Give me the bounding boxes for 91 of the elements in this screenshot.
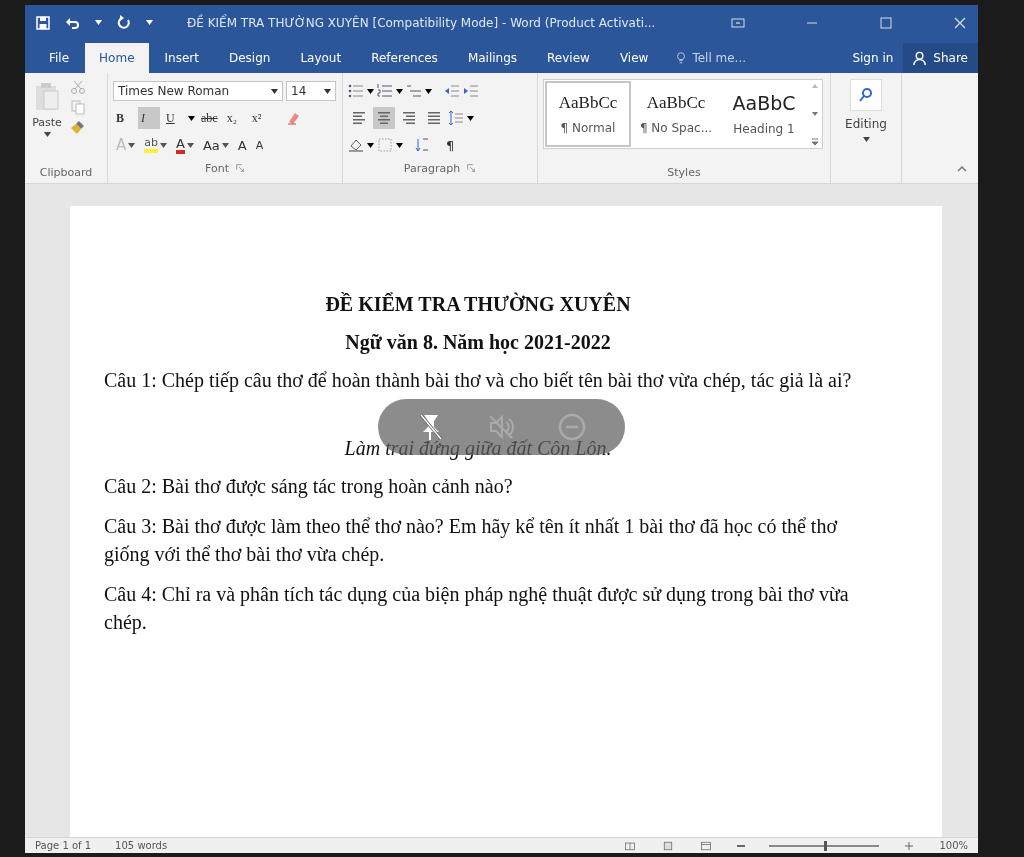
shading-icon[interactable] [348, 137, 364, 153]
font-name-field[interactable]: Times New Roman [113, 81, 283, 101]
format-button[interactable]: I [138, 107, 160, 129]
dialog-launcher-icon[interactable] [466, 163, 477, 173]
question-text: Câu 1: Chép tiếp câu thơ để hoàn thành bài thơ và cho biết tên bài thơ vừa chép, tác giả là ai? [104, 368, 852, 394]
ribbon-tab[interactable]: References [357, 43, 452, 73]
save-icon[interactable] [35, 14, 51, 31]
decrease-indent-icon[interactable] [444, 83, 460, 99]
scroll-down-icon[interactable] [811, 110, 819, 118]
share-button[interactable]: Share [903, 43, 978, 73]
caret-icon [43, 132, 51, 137]
ribbon-tab[interactable]: Design [214, 43, 285, 73]
format-button[interactable]: B [113, 107, 135, 129]
multilevel-list-icon[interactable] [406, 83, 422, 99]
undo-dropdown-icon [95, 20, 102, 25]
customize-caret-icon [146, 20, 153, 25]
font-size-field[interactable]: 14 [286, 81, 336, 101]
caret-icon [271, 88, 278, 94]
dialog-launcher-icon[interactable] [234, 163, 245, 173]
maximize-icon[interactable] [878, 14, 894, 31]
ribbon-tab[interactable]: Layout [286, 43, 356, 73]
word-count[interactable]: 105 words [115, 840, 168, 851]
highlight-button[interactable]: ab [141, 134, 170, 156]
zoom-level[interactable]: 100% [939, 840, 968, 851]
group-label: Font [205, 161, 229, 175]
document-heading: ĐỀ KIỂM TRA THƯỜNG XUYÊN [324, 291, 632, 317]
scroll-up-icon[interactable] [811, 82, 819, 90]
sign-in-link[interactable]: Sign in [844, 43, 902, 73]
caret-icon [425, 88, 432, 94]
document-heading: Ngữ văn 8. Năm học 2021-2022 [344, 330, 612, 356]
bullets-icon[interactable] [348, 83, 364, 99]
tell-me-field[interactable]: Tell me... [674, 43, 843, 73]
caret-icon [188, 115, 195, 121]
question-text: Câu 3: Bài thơ được làm theo thể thơ nào? Em hãy kể tên ít nhất 1 bài thơ đã học có thể thơ giống với thể thơ bài thơ vừa chép. [104, 514, 839, 568]
change-case-button[interactable]: Aa [199, 134, 232, 156]
ribbon-tab[interactable]: File [35, 43, 84, 73]
caret-icon [367, 142, 374, 148]
caret-icon [367, 88, 374, 94]
editing-button[interactable]: Editing [836, 79, 896, 142]
window-title: ĐỀ KIỂM TRA THƯỜNG XUYÊN [Compatibility Mode] - Word (Product Activati... [187, 15, 657, 30]
sort-icon[interactable] [415, 137, 431, 153]
more-styles-icon[interactable] [811, 138, 819, 146]
caret-icon [324, 88, 331, 94]
ribbon-tab[interactable]: Review [533, 43, 604, 73]
caret-icon [186, 142, 194, 148]
caret-icon [128, 142, 136, 148]
group-label: Paragraph [403, 161, 461, 175]
web-layout-icon[interactable] [699, 839, 714, 852]
group-label: Clipboard [39, 165, 93, 179]
align-left-icon [351, 110, 367, 126]
question-text: Câu 4: Chỉ ra và phân tích tác dụng của biện pháp nghệ thuật được sử dụng trong bài thơ vừa chép. [104, 582, 850, 636]
question-text: Câu 2: Bài thơ được sáng tác trong hoàn cảnh nào? [104, 474, 514, 500]
verse-line: Làm trai đứng giữa đất Côn Lôn. [344, 436, 612, 462]
caret-icon [467, 115, 474, 121]
align-right-icon [401, 110, 417, 126]
redo-icon[interactable] [116, 14, 132, 31]
increase-indent-icon[interactable] [463, 83, 479, 99]
group-label: Styles [667, 165, 701, 179]
brush-icon[interactable] [70, 119, 86, 135]
caret-icon [160, 142, 167, 148]
ribbon-tab[interactable]: Home [85, 43, 149, 73]
align-button[interactable] [373, 107, 395, 129]
format-button[interactable]: abc [198, 107, 221, 129]
paste-button[interactable]: Paste [30, 79, 64, 161]
read-mode-icon[interactable] [623, 839, 638, 852]
line-spacing-icon[interactable] [448, 110, 464, 126]
search-icon [858, 87, 874, 103]
format-button[interactable]: U [163, 107, 185, 129]
align-center-icon [376, 110, 392, 126]
person-icon [913, 50, 929, 66]
grow-font-button[interactable]: A [234, 134, 250, 156]
show-formatting-button[interactable]: ¶ [443, 134, 458, 156]
format-button[interactable]: x² [248, 107, 271, 129]
ribbon-tab[interactable]: Mailings [453, 43, 532, 73]
numbering-icon[interactable] [377, 83, 393, 99]
caret-icon [862, 137, 870, 142]
shrink-font-button[interactable]: A [252, 134, 267, 156]
font-color-button[interactable]: A [173, 134, 197, 156]
align-justify-icon [426, 110, 442, 126]
caret-icon [396, 88, 403, 94]
ribbon-tab[interactable]: Insert [150, 43, 213, 73]
zoom-in-icon[interactable] [903, 839, 916, 852]
style-option[interactable]: AaBbCc ¶ Normal [544, 80, 632, 148]
zoom-out-icon[interactable] [737, 844, 746, 847]
ribbon-tab[interactable]: View [605, 43, 663, 73]
caret-icon [221, 142, 229, 148]
caret-icon [396, 142, 403, 148]
collapse-ribbon-icon[interactable] [956, 163, 968, 173]
format-button[interactable]: x₂ [223, 107, 246, 129]
page-count[interactable]: Page 1 of 1 [35, 840, 92, 851]
scissors-icon[interactable] [70, 79, 86, 95]
